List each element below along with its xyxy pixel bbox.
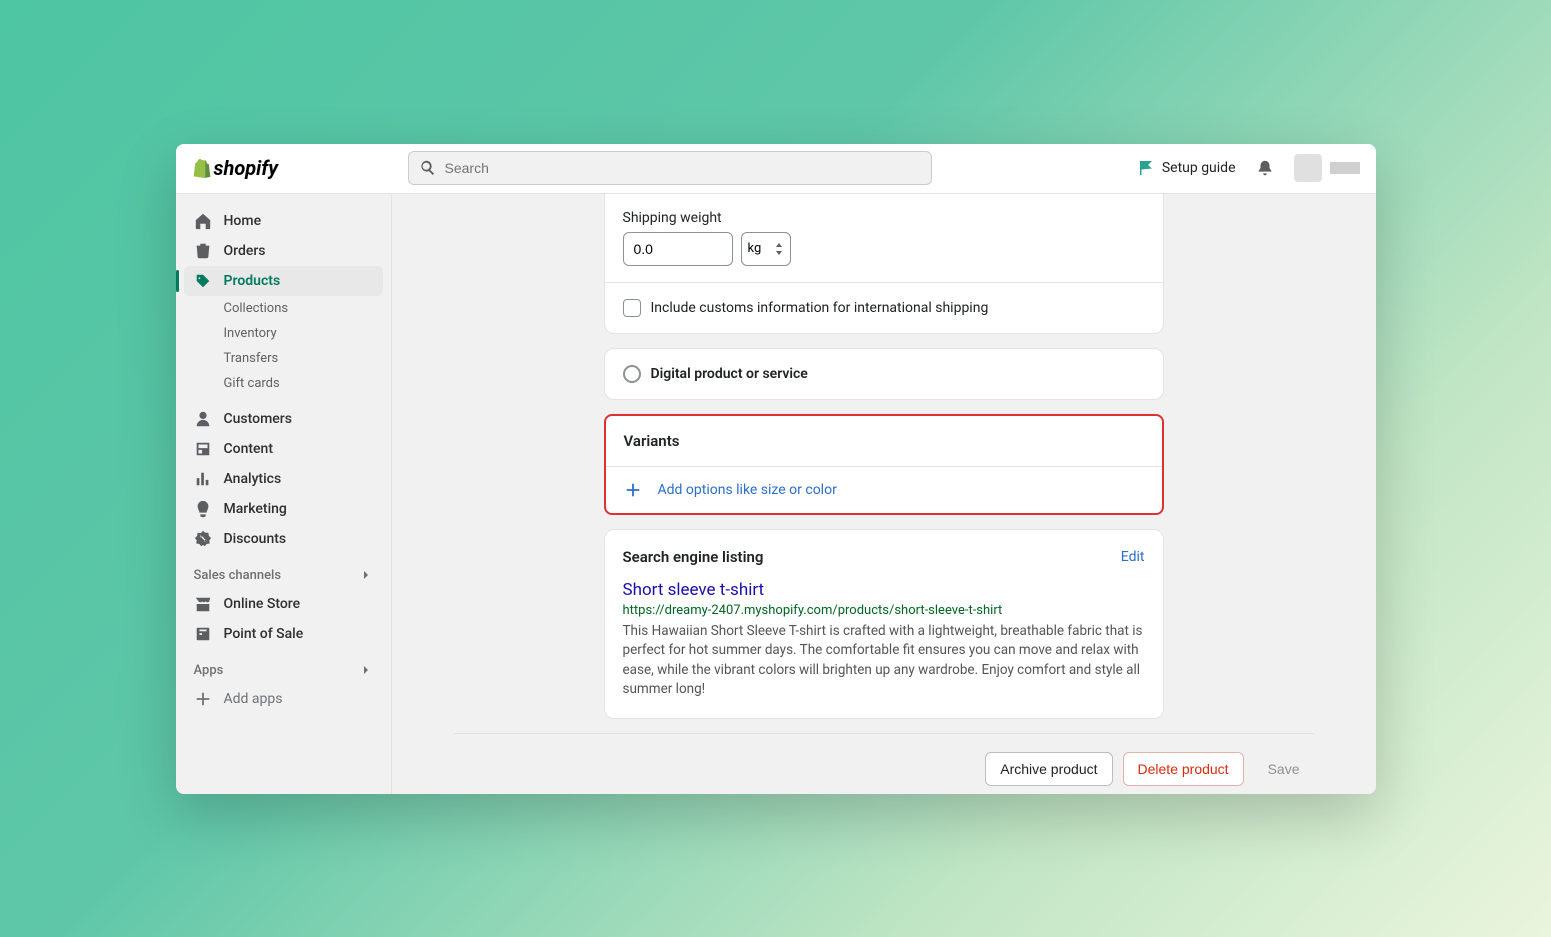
brand-logo[interactable]: shopify <box>192 156 392 180</box>
delete-button[interactable]: Delete product <box>1123 752 1244 786</box>
topbar-right: Setup guide <box>1138 154 1360 182</box>
variants-card: Variants Add options like size or color <box>604 414 1164 515</box>
nav-collections[interactable]: Collections <box>184 296 383 321</box>
weight-input[interactable] <box>623 232 733 266</box>
marketing-icon <box>194 500 212 518</box>
nav-discounts-label: Discounts <box>224 531 287 547</box>
nav-content[interactable]: Content <box>184 434 383 464</box>
weight-unit-value: kg <box>748 241 762 256</box>
digital-card: Digital product or service <box>604 348 1164 400</box>
nav-gift-cards[interactable]: Gift cards <box>184 371 383 396</box>
digital-radio-row[interactable]: Digital product or service <box>623 365 1145 383</box>
content-icon <box>194 440 212 458</box>
bell-icon[interactable] <box>1256 159 1274 177</box>
nav-orders[interactable]: Orders <box>184 236 383 266</box>
add-apps[interactable]: Add apps <box>184 684 383 714</box>
customers-icon <box>194 410 212 428</box>
shipping-weight-section: Shipping weight kg <box>605 194 1163 282</box>
search-icon <box>419 159 437 177</box>
seo-page-title: Short sleeve t-shirt <box>623 580 1145 600</box>
seo-url: https://dreamy-2407.myshopify.com/produc… <box>623 603 1145 618</box>
chevron-right-icon <box>359 568 373 582</box>
account-menu[interactable] <box>1294 154 1360 182</box>
search-box[interactable] <box>408 151 932 185</box>
seo-card: Search engine listing Edit Short sleeve … <box>604 529 1164 719</box>
digital-section: Digital product or service <box>605 349 1163 399</box>
app-window: shopify Setup guide Home <box>176 144 1376 794</box>
save-button[interactable]: Save <box>1254 752 1314 786</box>
products-icon <box>194 272 212 290</box>
app-body: Home Orders Products Collections Invento… <box>176 194 1376 794</box>
nav-inventory[interactable]: Inventory <box>184 321 383 346</box>
search-input[interactable] <box>445 160 921 176</box>
nav-online-store[interactable]: Online Store <box>184 589 383 619</box>
add-variant-option[interactable]: Add options like size or color <box>606 466 1162 513</box>
sales-channels-label: Sales channels <box>194 568 282 583</box>
nav-analytics-label: Analytics <box>224 471 282 487</box>
discounts-icon <box>194 530 212 548</box>
apps-header[interactable]: Apps <box>184 649 383 684</box>
main-content: Shipping weight kg Include customs infor… <box>392 194 1376 794</box>
nav-marketing-label: Marketing <box>224 501 287 517</box>
plus-icon <box>194 690 212 708</box>
flag-icon <box>1138 160 1154 176</box>
sales-channels-header[interactable]: Sales channels <box>184 554 383 589</box>
nav-orders-label: Orders <box>224 243 266 259</box>
seo-preview: Short sleeve t-shirt https://dreamy-2407… <box>605 574 1163 718</box>
nav-home-label: Home <box>224 213 262 229</box>
setup-guide-label: Setup guide <box>1162 160 1236 176</box>
customs-label: Include customs information for internat… <box>651 300 989 316</box>
variants-title: Variants <box>606 416 1162 466</box>
customs-section: Include customs information for internat… <box>605 282 1163 333</box>
apps-header-label: Apps <box>194 663 224 678</box>
nav-marketing[interactable]: Marketing <box>184 494 383 524</box>
shipping-card: Shipping weight kg Include customs infor… <box>604 194 1164 334</box>
sidebar: Home Orders Products Collections Invento… <box>176 194 392 794</box>
top-bar: shopify Setup guide <box>176 144 1376 194</box>
nav-products-label: Products <box>224 273 281 289</box>
seo-edit-link[interactable]: Edit <box>1121 549 1145 565</box>
home-icon <box>194 212 212 230</box>
seo-section-title: Search engine listing <box>623 548 764 566</box>
archive-button[interactable]: Archive product <box>985 752 1112 786</box>
nav-customers-label: Customers <box>224 411 292 427</box>
nav-analytics[interactable]: Analytics <box>184 464 383 494</box>
nav-pos-label: Point of Sale <box>224 626 304 642</box>
nav-home[interactable]: Home <box>184 206 383 236</box>
brand-text: shopify <box>214 156 279 180</box>
nav-products[interactable]: Products <box>184 266 383 296</box>
chevron-right-icon <box>359 663 373 677</box>
setup-guide-link[interactable]: Setup guide <box>1138 160 1236 176</box>
store-icon <box>194 595 212 613</box>
add-variant-label: Add options like size or color <box>658 482 837 498</box>
nav-online-store-label: Online Store <box>224 596 301 612</box>
nav-content-label: Content <box>224 441 274 457</box>
nav-discounts[interactable]: Discounts <box>184 524 383 554</box>
avatar <box>1294 154 1322 182</box>
sort-icon <box>774 243 784 255</box>
seo-description: This Hawaiian Short Sleeve T-shirt is cr… <box>623 622 1145 700</box>
customs-checkbox-row[interactable]: Include customs information for internat… <box>623 299 1145 317</box>
shopify-bag-icon <box>192 157 212 179</box>
customs-checkbox[interactable] <box>623 299 641 317</box>
plus-icon <box>624 481 642 499</box>
avatar-label <box>1330 162 1360 174</box>
orders-icon <box>194 242 212 260</box>
nav-pos[interactable]: Point of Sale <box>184 619 383 649</box>
nav-customers[interactable]: Customers <box>184 404 383 434</box>
digital-label: Digital product or service <box>651 366 808 382</box>
analytics-icon <box>194 470 212 488</box>
actions-row: Archive product Delete product Save <box>454 733 1314 786</box>
weight-row: kg <box>623 232 1145 266</box>
weight-label: Shipping weight <box>623 210 1145 226</box>
weight-unit-select[interactable]: kg <box>741 232 791 266</box>
add-apps-label: Add apps <box>224 691 283 707</box>
nav-transfers[interactable]: Transfers <box>184 346 383 371</box>
pos-icon <box>194 625 212 643</box>
digital-radio[interactable] <box>623 365 641 383</box>
seo-header: Search engine listing Edit <box>605 530 1163 574</box>
